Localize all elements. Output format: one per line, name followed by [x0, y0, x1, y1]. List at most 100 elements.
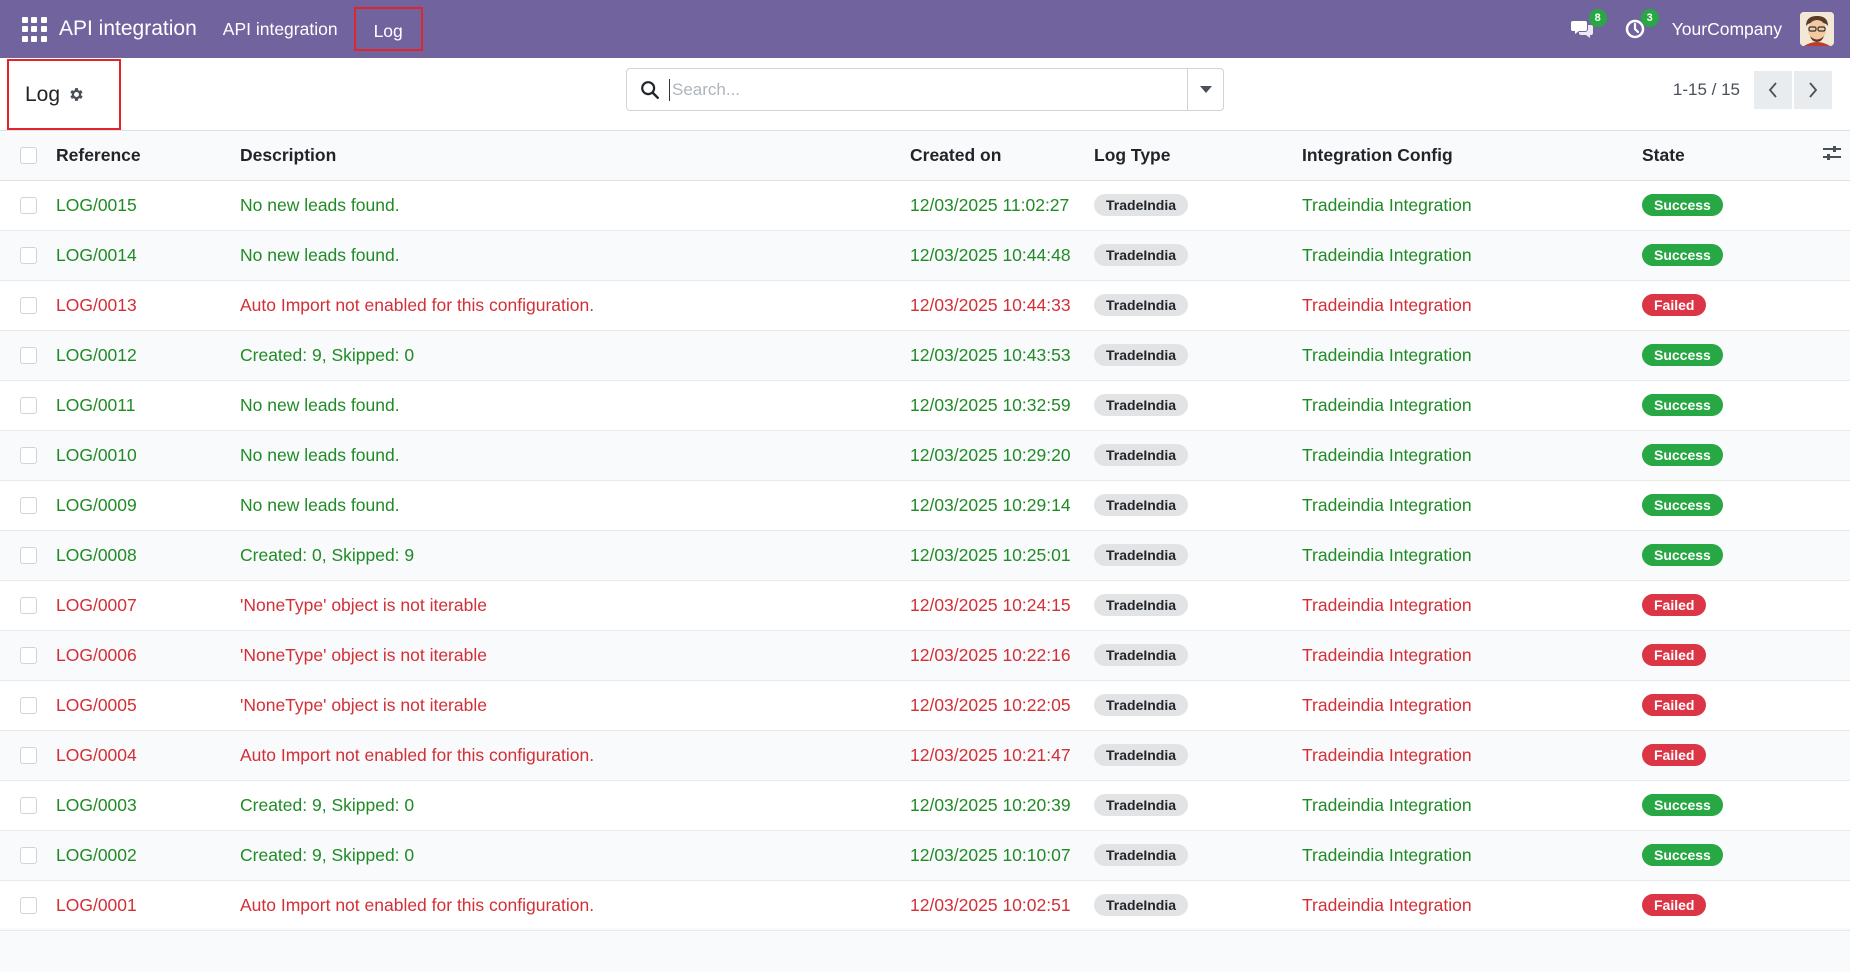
company-switcher[interactable]: YourCompany: [1672, 19, 1782, 40]
table-row[interactable]: LOG/0010 No new leads found. 12/03/2025 10…: [0, 430, 1850, 480]
menu-item-api-integration[interactable]: API integration: [223, 7, 348, 51]
row-checkbox[interactable]: [20, 346, 37, 364]
cell-reference[interactable]: LOG/0005: [56, 680, 240, 730]
cell-description[interactable]: Created: 9, Skipped: 0: [240, 330, 910, 380]
pager-previous-button[interactable]: [1754, 71, 1792, 109]
table-row[interactable]: LOG/0015 No new leads found. 12/03/2025 11…: [0, 180, 1850, 230]
cell-integration-config[interactable]: Tradeindia Integration: [1302, 780, 1642, 830]
cell-description[interactable]: Auto Import not enabled for this configu…: [240, 880, 910, 930]
cell-description[interactable]: Created: 9, Skipped: 0: [240, 780, 910, 830]
search-options-toggle[interactable]: [1187, 69, 1223, 110]
cell-integration-config[interactable]: Tradeindia Integration: [1302, 730, 1642, 780]
table-row[interactable]: LOG/0003 Created: 9, Skipped: 0 12/03/2025…: [0, 780, 1850, 830]
table-row[interactable]: LOG/0014 No new leads found. 12/03/2025 10…: [0, 230, 1850, 280]
cell-integration-config[interactable]: Tradeindia Integration: [1302, 180, 1642, 230]
pager-next-button[interactable]: [1794, 71, 1832, 109]
cell-reference[interactable]: LOG/0003: [56, 780, 240, 830]
activities-button[interactable]: 3: [1620, 9, 1659, 44]
search-input[interactable]: [669, 78, 1187, 101]
cell-description[interactable]: Created: 9, Skipped: 0: [240, 830, 910, 880]
table-row[interactable]: LOG/0002 Created: 9, Skipped: 0 12/03/2025…: [0, 830, 1850, 880]
cell-integration-config[interactable]: Tradeindia Integration: [1302, 230, 1642, 280]
cell-created-on[interactable]: 12/03/2025 10:22:16: [910, 630, 1094, 680]
cell-created-on[interactable]: 12/03/2025 10:25:01: [910, 530, 1094, 580]
column-header-reference[interactable]: Reference: [56, 131, 240, 180]
cell-integration-config[interactable]: Tradeindia Integration: [1302, 680, 1642, 730]
cell-integration-config[interactable]: Tradeindia Integration: [1302, 380, 1642, 430]
row-checkbox[interactable]: [20, 396, 37, 414]
cell-created-on[interactable]: 12/03/2025 10:44:33: [910, 280, 1094, 330]
cell-description[interactable]: No new leads found.: [240, 430, 910, 480]
column-header-integration-config[interactable]: Integration Config: [1302, 131, 1642, 180]
cell-created-on[interactable]: 12/03/2025 10:43:53: [910, 330, 1094, 380]
select-all-checkbox[interactable]: [20, 146, 37, 164]
row-checkbox[interactable]: [20, 446, 37, 464]
cell-description[interactable]: 'NoneType' object is not iterable: [240, 680, 910, 730]
table-row[interactable]: LOG/0009 No new leads found. 12/03/2025 10…: [0, 480, 1850, 530]
cell-reference[interactable]: LOG/0013: [56, 280, 240, 330]
cell-description[interactable]: No new leads found.: [240, 230, 910, 280]
column-header-log-type[interactable]: Log Type: [1094, 131, 1302, 180]
row-checkbox[interactable]: [20, 746, 37, 764]
cell-integration-config[interactable]: Tradeindia Integration: [1302, 480, 1642, 530]
apps-grid-icon[interactable]: [17, 12, 51, 46]
row-checkbox[interactable]: [20, 246, 37, 264]
cell-created-on[interactable]: 12/03/2025 11:02:27: [910, 180, 1094, 230]
cell-created-on[interactable]: 12/03/2025 10:20:39: [910, 780, 1094, 830]
cell-created-on[interactable]: 12/03/2025 10:29:20: [910, 430, 1094, 480]
row-checkbox[interactable]: [20, 796, 37, 814]
cell-reference[interactable]: LOG/0004: [56, 730, 240, 780]
messaging-button[interactable]: 8: [1568, 9, 1607, 44]
cell-integration-config[interactable]: Tradeindia Integration: [1302, 830, 1642, 880]
gear-icon[interactable]: [68, 86, 85, 103]
cell-description[interactable]: Auto Import not enabled for this configu…: [240, 280, 910, 330]
cell-reference[interactable]: LOG/0008: [56, 530, 240, 580]
row-checkbox[interactable]: [20, 596, 37, 614]
optional-columns-icon[interactable]: [1822, 144, 1842, 162]
cell-reference[interactable]: LOG/0002: [56, 830, 240, 880]
cell-reference[interactable]: LOG/0011: [56, 380, 240, 430]
row-checkbox[interactable]: [20, 646, 37, 664]
cell-created-on[interactable]: 12/03/2025 10:10:07: [910, 830, 1094, 880]
cell-description[interactable]: Created: 0, Skipped: 9: [240, 530, 910, 580]
cell-created-on[interactable]: 12/03/2025 10:29:14: [910, 480, 1094, 530]
app-name[interactable]: API integration: [59, 17, 197, 41]
cell-description[interactable]: 'NoneType' object is not iterable: [240, 630, 910, 680]
table-row[interactable]: LOG/0001 Auto Import not enabled for this…: [0, 880, 1850, 930]
cell-description[interactable]: 'NoneType' object is not iterable: [240, 580, 910, 630]
cell-reference[interactable]: LOG/0010: [56, 430, 240, 480]
cell-reference[interactable]: LOG/0015: [56, 180, 240, 230]
cell-description[interactable]: No new leads found.: [240, 180, 910, 230]
table-row[interactable]: LOG/0006 'NoneType' object is not iterabl…: [0, 630, 1850, 680]
cell-integration-config[interactable]: Tradeindia Integration: [1302, 280, 1642, 330]
cell-created-on[interactable]: 12/03/2025 10:24:15: [910, 580, 1094, 630]
cell-integration-config[interactable]: Tradeindia Integration: [1302, 430, 1642, 480]
cell-created-on[interactable]: 12/03/2025 10:21:47: [910, 730, 1094, 780]
column-header-created-on[interactable]: Created on: [910, 131, 1094, 180]
column-header-description[interactable]: Description: [240, 131, 910, 180]
user-avatar[interactable]: [1800, 12, 1834, 46]
cell-description[interactable]: Auto Import not enabled for this configu…: [240, 730, 910, 780]
menu-item-log[interactable]: Log: [353, 7, 423, 51]
table-row[interactable]: LOG/0012 Created: 9, Skipped: 0 12/03/2025…: [0, 330, 1850, 380]
cell-integration-config[interactable]: Tradeindia Integration: [1302, 580, 1642, 630]
cell-integration-config[interactable]: Tradeindia Integration: [1302, 530, 1642, 580]
table-row[interactable]: LOG/0013 Auto Import not enabled for this…: [0, 280, 1850, 330]
table-row[interactable]: LOG/0011 No new leads found. 12/03/2025 10…: [0, 380, 1850, 430]
row-checkbox[interactable]: [20, 696, 37, 714]
cell-description[interactable]: No new leads found.: [240, 480, 910, 530]
cell-reference[interactable]: LOG/0006: [56, 630, 240, 680]
table-row[interactable]: LOG/0008 Created: 0, Skipped: 9 12/03/2025…: [0, 530, 1850, 580]
cell-integration-config[interactable]: Tradeindia Integration: [1302, 330, 1642, 380]
cell-created-on[interactable]: 12/03/2025 10:32:59: [910, 380, 1094, 430]
cell-integration-config[interactable]: Tradeindia Integration: [1302, 880, 1642, 930]
table-row[interactable]: LOG/0004 Auto Import not enabled for this…: [0, 730, 1850, 780]
row-checkbox[interactable]: [20, 496, 37, 514]
column-header-state[interactable]: State: [1642, 131, 1822, 180]
cell-reference[interactable]: LOG/0014: [56, 230, 240, 280]
cell-created-on[interactable]: 12/03/2025 10:44:48: [910, 230, 1094, 280]
row-checkbox[interactable]: [20, 196, 37, 214]
row-checkbox[interactable]: [20, 296, 37, 314]
cell-created-on[interactable]: 12/03/2025 10:22:05: [910, 680, 1094, 730]
row-checkbox[interactable]: [20, 846, 37, 864]
